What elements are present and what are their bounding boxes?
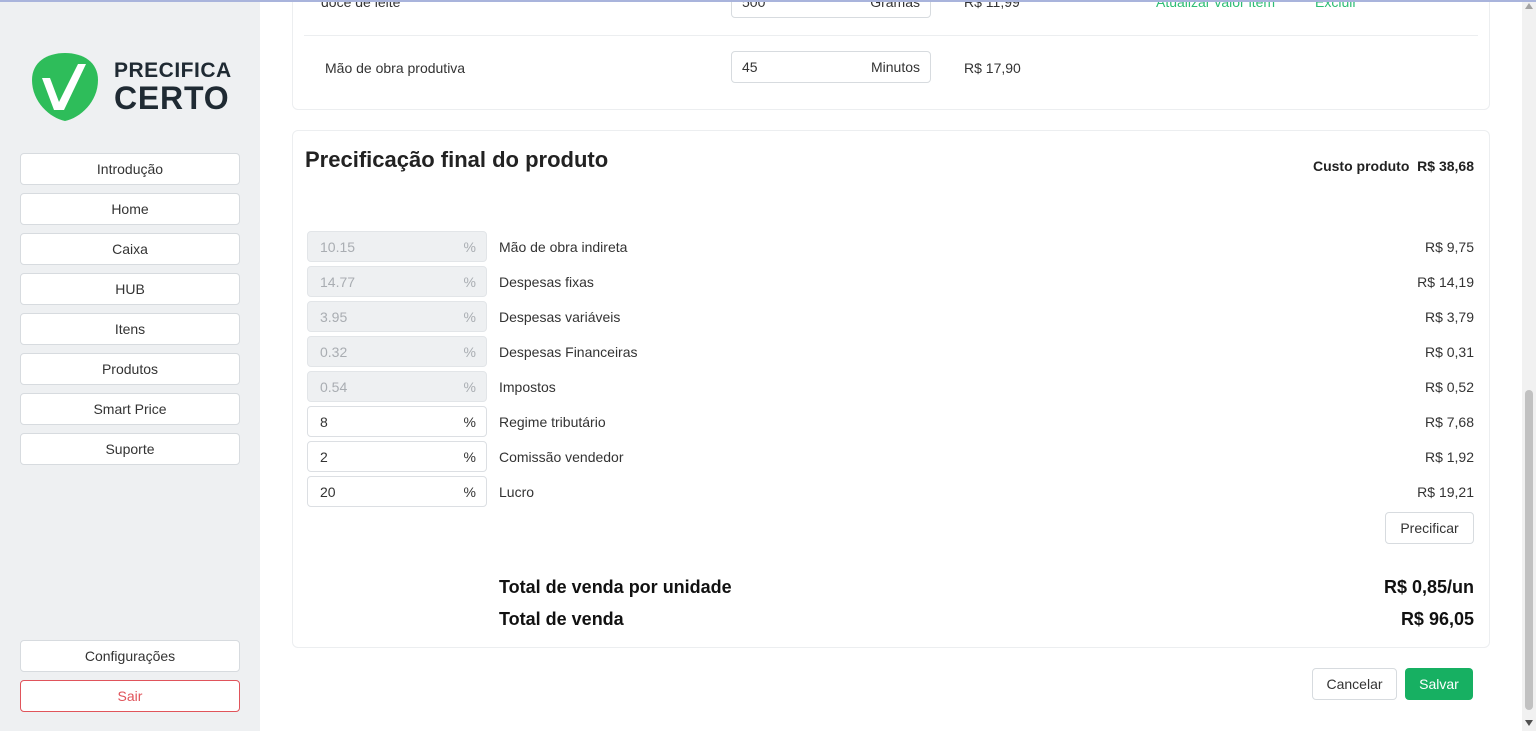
line-label: Impostos <box>499 379 556 395</box>
percent-symbol: % <box>463 448 476 465</box>
nav-introducao[interactable]: Introdução <box>20 153 240 185</box>
percent-value: 0.32 <box>320 343 348 360</box>
line-value: R$ 9,75 <box>1424 239 1474 255</box>
percent-value: 8 <box>320 413 328 430</box>
percent-symbol: % <box>463 343 476 360</box>
line-value: R$ 1,92 <box>1424 449 1474 465</box>
percent-value: 3.95 <box>320 308 348 325</box>
nav-suporte[interactable]: Suporte <box>20 433 240 465</box>
line-label: Despesas variáveis <box>499 309 621 325</box>
line-label: Lucro <box>499 484 535 500</box>
percent-value: 10.15 <box>320 238 356 255</box>
total-unit-label: Total de venda por unidade <box>499 577 732 597</box>
percent-field-despesas-financeiras: 0.32 % <box>307 336 487 367</box>
percent-value: 2 <box>320 448 328 465</box>
line-label: Mão de obra indireta <box>499 239 628 255</box>
percent-symbol: % <box>463 273 476 290</box>
percent-symbol: % <box>463 483 476 500</box>
line-label: Regime tributário <box>499 414 606 430</box>
percent-field-lucro[interactable]: 20 % <box>307 476 487 507</box>
brand-logo: PRECIFICA CERTO <box>28 50 232 124</box>
line-value: R$ 7,68 <box>1424 414 1474 430</box>
percent-value: 20 <box>320 483 336 500</box>
main-content: doce de leite 500 Gramas R$ 11,99 Atuali… <box>260 0 1522 731</box>
vertical-scrollbar[interactable] <box>1522 0 1536 731</box>
total-sale-value: R$ 96,05 <box>1400 609 1474 629</box>
nav-produtos[interactable]: Produtos <box>20 353 240 385</box>
nav-itens[interactable]: Itens <box>20 313 240 345</box>
percent-symbol: % <box>463 238 476 255</box>
cancel-button[interactable]: Cancelar <box>1312 668 1397 700</box>
product-cost-label: Custo produto <box>1312 158 1410 174</box>
settings-button[interactable]: Configurações <box>20 640 240 672</box>
save-button[interactable]: Salvar <box>1405 668 1473 700</box>
percent-field-despesas-variaveis: 3.95 % <box>307 301 487 332</box>
line-value: R$ 14,19 <box>1417 274 1474 290</box>
product-cost: Custo produto R$ 38,68 <box>1313 158 1474 174</box>
percent-value: 0.54 <box>320 378 348 395</box>
ingredient-quantity-field[interactable]: 500 Gramas <box>731 0 931 18</box>
percent-field-mao-obra-indireta: 10.15 % <box>307 231 487 262</box>
labor-name: Mão de obra produtiva <box>325 60 466 76</box>
total-sale-label: Total de venda <box>499 609 624 629</box>
logout-button[interactable]: Sair <box>20 680 240 712</box>
percent-symbol: % <box>463 308 476 325</box>
checkmark-shield-icon <box>32 53 98 121</box>
product-cost-value: R$ 38,68 <box>1417 158 1474 174</box>
percent-field-comissao-vendedor[interactable]: 2 % <box>307 441 487 472</box>
nav-hub[interactable]: HUB <box>20 273 240 305</box>
line-value: R$ 3,79 <box>1424 309 1474 325</box>
scroll-down-arrow-icon[interactable] <box>1525 720 1533 726</box>
minutes-unit-label: Minutos <box>870 59 920 75</box>
percent-field-impostos: 0.54 % <box>307 371 487 402</box>
line-value: R$ 0,52 <box>1424 379 1474 395</box>
line-label: Despesas fixas <box>499 274 594 290</box>
row-divider <box>304 35 1478 36</box>
sidebar: PRECIFICA CERTO Introdução Home Caixa HU… <box>0 0 260 731</box>
minutes-value: 45 <box>742 59 758 75</box>
labor-minutes-field[interactable]: 45 Minutos <box>731 51 931 83</box>
scroll-thumb[interactable] <box>1525 390 1533 710</box>
percent-field-despesas-fixas: 14.77 % <box>307 266 487 297</box>
percent-symbol: % <box>463 413 476 430</box>
percent-value: 14.77 <box>320 273 356 290</box>
nav-smart-price[interactable]: Smart Price <box>20 393 240 425</box>
line-value: R$ 19,21 <box>1417 484 1474 500</box>
brand-line2: CERTO <box>114 80 230 116</box>
percent-symbol: % <box>463 378 476 395</box>
line-value: R$ 0,31 <box>1424 344 1474 360</box>
nav-home[interactable]: Home <box>20 193 240 225</box>
line-label: Comissão vendedor <box>499 449 624 465</box>
nav-caixa[interactable]: Caixa <box>20 233 240 265</box>
line-label: Despesas Financeiras <box>499 344 638 360</box>
scroll-up-arrow-icon[interactable] <box>1525 3 1533 9</box>
labor-cost: R$ 17,90 <box>964 60 1021 76</box>
precificar-button[interactable]: Precificar <box>1385 512 1474 544</box>
percent-field-regime-tributario[interactable]: 8 % <box>307 406 487 437</box>
brand-wordmark: PRECIFICA CERTO <box>114 60 232 114</box>
final-pricing-title: Precificação final do produto <box>305 147 609 172</box>
brand-line1: PRECIFICA <box>114 59 232 82</box>
window-top-border <box>0 0 1536 2</box>
total-unit-value: R$ 0,85/un <box>1383 577 1474 597</box>
